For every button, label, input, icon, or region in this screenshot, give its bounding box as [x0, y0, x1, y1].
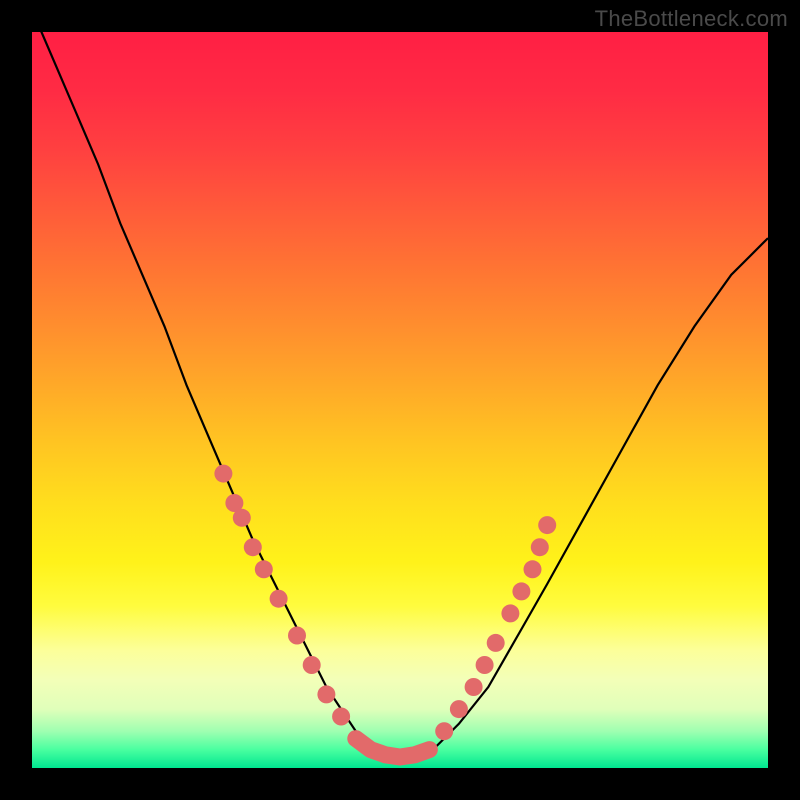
marker-dot-right: [512, 582, 530, 600]
marker-dot-left: [255, 560, 273, 578]
marker-dot-right: [465, 678, 483, 696]
marker-dot-right: [524, 560, 542, 578]
marker-dot-right: [450, 700, 468, 718]
marker-dot-right: [531, 538, 549, 556]
curve-svg: [32, 32, 768, 768]
plot-area: [32, 32, 768, 768]
bottom-marker-band: [356, 739, 430, 757]
marker-dot-left: [332, 708, 350, 726]
chart-frame: TheBottleneck.com: [0, 0, 800, 800]
bottleneck-curve: [32, 10, 768, 761]
markers-left: [214, 465, 350, 726]
watermark-text: TheBottleneck.com: [595, 6, 788, 32]
marker-dot-left: [244, 538, 262, 556]
marker-dot-right: [487, 634, 505, 652]
marker-dot-right: [501, 604, 519, 622]
marker-dot-left: [233, 509, 251, 527]
marker-dot-left: [288, 627, 306, 645]
marker-dot-left: [270, 590, 288, 608]
marker-dot-right: [476, 656, 494, 674]
marker-dot-right: [538, 516, 556, 534]
marker-dot-left: [303, 656, 321, 674]
marker-dot-left: [317, 685, 335, 703]
marker-dot-right: [435, 722, 453, 740]
markers-right: [435, 516, 556, 740]
marker-dot-left: [214, 465, 232, 483]
